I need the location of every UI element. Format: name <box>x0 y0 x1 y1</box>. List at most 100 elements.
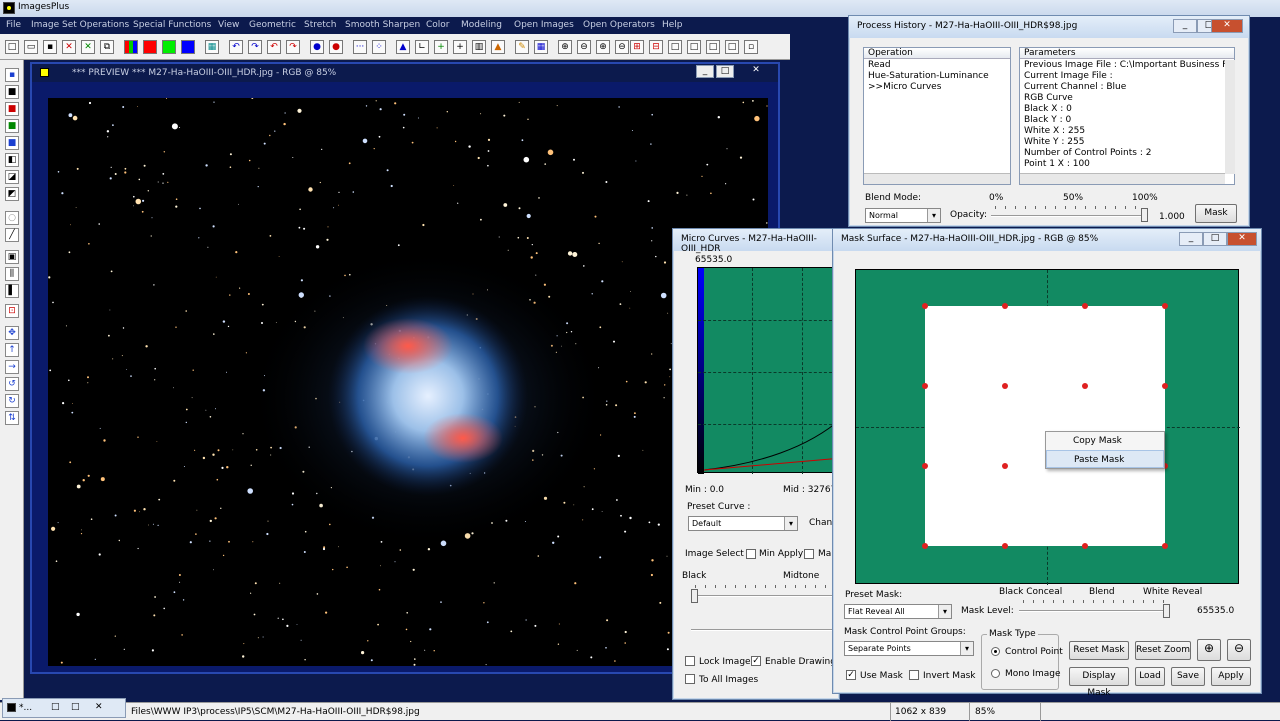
window-5-icon[interactable]: ▫ <box>744 40 758 54</box>
enable-drawing-checkbox[interactable]: ✓ <box>751 656 761 666</box>
tool-mask-icon[interactable]: ◧ <box>5 153 19 167</box>
menu-special-functions[interactable]: Special Functions <box>133 20 211 30</box>
parameter-hscrollbar[interactable] <box>1020 173 1225 184</box>
task-maximize-icon[interactable]: □ <box>71 702 80 712</box>
apply-button[interactable]: Apply <box>1211 667 1251 686</box>
copy-icon[interactable]: ⧉ <box>100 40 114 54</box>
parameter-scrollbar[interactable] <box>1225 60 1235 174</box>
tool-bw-icon[interactable]: ▌ <box>5 284 19 298</box>
control-point-radio[interactable] <box>991 647 1000 656</box>
tool-lasso-icon[interactable]: ○ <box>5 211 19 225</box>
nebula-image[interactable] <box>48 98 768 666</box>
remove-window-icon[interactable]: ⊟ <box>649 40 663 54</box>
zoom-fit-icon[interactable]: ⊕ <box>596 40 610 54</box>
tool-red-icon[interactable]: ■ <box>5 102 19 116</box>
record-icon[interactable]: ● <box>310 40 324 54</box>
control-point[interactable] <box>922 543 928 549</box>
tool-black-icon[interactable]: ■ <box>5 85 19 99</box>
control-point[interactable] <box>1002 383 1008 389</box>
tool-select-icon[interactable]: ▣ <box>5 250 19 264</box>
control-point[interactable] <box>1082 543 1088 549</box>
pencil-icon[interactable]: ✎ <box>515 40 529 54</box>
menu-geometric[interactable]: Geometric <box>249 20 296 30</box>
control-point[interactable] <box>1002 463 1008 469</box>
triangle-icon[interactable]: ▲ <box>396 40 410 54</box>
zoom-actual-icon[interactable]: ⊖ <box>615 40 629 54</box>
control-point[interactable] <box>1162 303 1168 309</box>
grid-icon[interactable]: ▦ <box>205 40 219 54</box>
save-button[interactable]: Save <box>1171 667 1205 686</box>
invert-mask-checkbox[interactable] <box>909 670 919 680</box>
parameter-list[interactable]: Parameters Previous Image File : C:\Impo… <box>1019 47 1235 185</box>
undo-icon[interactable]: ↶ <box>229 40 243 54</box>
tool-up-icon[interactable]: ↑ <box>5 343 19 357</box>
zoom-in-icon[interactable]: ⊕ <box>558 40 572 54</box>
control-point[interactable] <box>922 463 928 469</box>
paste-mask-menu-item[interactable]: Paste Mask <box>1046 450 1164 468</box>
reset-zoom-button[interactable]: Reset Zoom <box>1135 641 1191 660</box>
mask-minimize-button[interactable]: _ <box>1179 232 1203 246</box>
menu-open-operators[interactable]: Open Operators <box>583 20 655 30</box>
opacity-track[interactable] <box>991 215 1145 217</box>
menu-open-images[interactable]: Open Images <box>514 20 574 30</box>
add-window-icon[interactable]: ⊞ <box>630 40 644 54</box>
operation-item[interactable]: >>Micro Curves <box>868 82 1006 93</box>
blue-channel-icon[interactable] <box>181 40 195 54</box>
tool-rotate-right-icon[interactable]: ↻ <box>5 394 19 408</box>
tool-rotate-left-icon[interactable]: ↺ <box>5 377 19 391</box>
use-mask-checkbox[interactable]: ✓ <box>846 670 856 680</box>
zoom-out-icon[interactable]: ⊖ <box>577 40 591 54</box>
tool-green-icon[interactable]: ■ <box>5 119 19 133</box>
minimized-task[interactable]: *... □ □ ✕ <box>2 698 126 718</box>
control-point[interactable] <box>922 383 928 389</box>
control-point[interactable] <box>1002 543 1008 549</box>
tool-levels-icon[interactable]: ⫼ <box>5 267 19 281</box>
stop-icon[interactable]: ● <box>329 40 343 54</box>
midtone-track[interactable] <box>691 629 841 631</box>
max-apply-checkbox[interactable] <box>804 549 814 559</box>
crosshair-icon[interactable]: + <box>453 40 467 54</box>
red-channel-icon[interactable] <box>143 40 157 54</box>
tool-flip-icon[interactable]: ⇅ <box>5 411 19 425</box>
mono-image-radio[interactable] <box>991 669 1000 678</box>
operation-item[interactable]: Read <box>868 60 1006 71</box>
tool-gradient-icon[interactable]: ◩ <box>5 187 19 201</box>
tool-line-icon[interactable]: ╱ <box>5 228 19 242</box>
to-all-images-checkbox[interactable] <box>685 674 695 684</box>
window-1-icon[interactable]: □ <box>668 40 682 54</box>
tool-move-icon[interactable]: ✥ <box>5 326 19 340</box>
close-image-icon[interactable]: ✕ <box>62 40 76 54</box>
rgb-icon[interactable] <box>124 40 138 54</box>
menu-stretch[interactable]: Stretch <box>304 20 336 30</box>
black-track[interactable] <box>691 595 841 597</box>
menu-help[interactable]: Help <box>662 20 683 30</box>
copy-mask-menu-item[interactable]: Copy Mask <box>1046 432 1164 450</box>
mask-maximize-button[interactable]: □ <box>1203 232 1227 246</box>
menu-modeling[interactable]: Modeling <box>461 20 502 30</box>
redo-all-icon[interactable]: ↷ <box>286 40 300 54</box>
new-icon[interactable]: □ <box>5 40 19 54</box>
tool-save-icon[interactable]: ▪ <box>5 68 19 82</box>
tool-right-icon[interactable]: → <box>5 360 19 374</box>
menu-image-set-operations[interactable]: Image Set Operations <box>31 20 129 30</box>
green-channel-icon[interactable] <box>162 40 176 54</box>
window-4-icon[interactable]: □ <box>725 40 739 54</box>
mask-close-button[interactable]: ✕ <box>1227 232 1257 246</box>
control-point[interactable] <box>1082 383 1088 389</box>
curve-graph[interactable] <box>697 267 842 474</box>
tool-blue-icon[interactable]: ■ <box>5 136 19 150</box>
opacity-thumb[interactable] <box>1141 208 1148 222</box>
redo-icon[interactable]: ↷ <box>248 40 262 54</box>
tool-mask2-icon[interactable]: ◪ <box>5 170 19 184</box>
table-icon[interactable]: ▦ <box>534 40 548 54</box>
preview-close-button[interactable]: ✕ <box>744 65 768 78</box>
plus-icon[interactable]: + <box>434 40 448 54</box>
menu-smooth-sharpen[interactable]: Smooth Sharpen <box>345 20 420 30</box>
tool-crop-icon[interactable]: ⊡ <box>5 304 19 318</box>
preview-minimize-button[interactable]: _ <box>696 65 714 78</box>
blend-mode-select[interactable]: Normal <box>865 208 941 223</box>
history-minimize-button[interactable]: _ <box>1173 19 1197 33</box>
histogram-icon[interactable]: ▥ <box>472 40 486 54</box>
zoom-in-icon[interactable]: ⊕ <box>1197 639 1221 661</box>
points-icon[interactable]: ⁘ <box>372 40 386 54</box>
